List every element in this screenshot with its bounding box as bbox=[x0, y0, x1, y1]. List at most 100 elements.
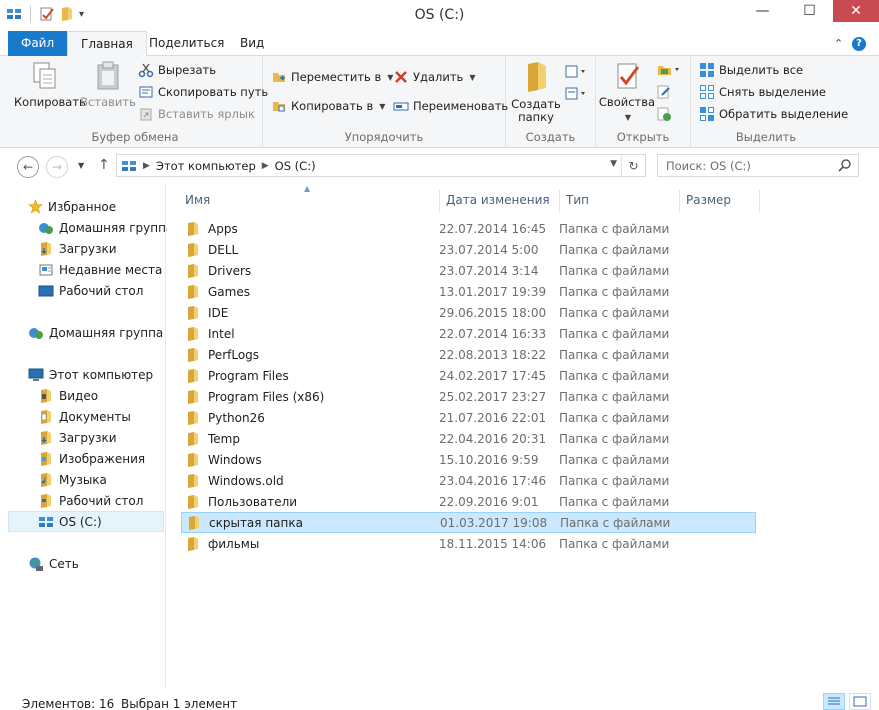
column-header-date[interactable]: Дата изменения bbox=[440, 190, 560, 212]
crumb-separator-icon[interactable]: ▶ bbox=[143, 161, 150, 171]
new-folder-button[interactable]: Создать папку bbox=[508, 60, 564, 124]
file-row[interactable]: Пользователи 22.09.2016 9:01 Папка с файла… bbox=[181, 491, 756, 512]
file-row[interactable]: Intel 22.07.2014 16:33 Папка с файлами bbox=[181, 323, 756, 344]
maximize-button[interactable]: ☐ bbox=[786, 0, 833, 22]
sidebar-item-downloads[interactable]: Загрузки bbox=[38, 427, 117, 448]
rename-icon bbox=[393, 102, 409, 111]
folder-icon bbox=[188, 368, 198, 383]
clipboard-group-label: Буфер обмена bbox=[91, 130, 179, 144]
file-date: 22.07.2014 16:33 bbox=[439, 326, 547, 341]
rename-button[interactable]: Переименовать bbox=[393, 96, 508, 116]
properties-qat-icon[interactable] bbox=[39, 6, 55, 22]
copy-path-button[interactable]: Скопировать путь bbox=[138, 82, 268, 102]
paste-button[interactable]: Вставить bbox=[80, 60, 136, 109]
sidebar-item-homegroup-fav[interactable]: Домашняя группа bbox=[38, 217, 173, 238]
select-all-button[interactable]: Выделить все bbox=[699, 60, 803, 80]
properties-button[interactable]: Свойства ▼ bbox=[598, 60, 656, 124]
column-header-type[interactable]: Тип bbox=[560, 190, 680, 212]
address-dropdown-icon[interactable]: ▼ bbox=[610, 159, 617, 169]
sidebar-item-documents[interactable]: Документы bbox=[38, 406, 131, 427]
open-icon[interactable] bbox=[656, 62, 682, 78]
open-group-label: Открыть bbox=[616, 130, 670, 144]
large-icons-view-button[interactable] bbox=[849, 693, 871, 710]
large-icons-view-icon bbox=[853, 696, 867, 707]
search-input[interactable]: Поиск: OS (C:) bbox=[657, 154, 859, 177]
breadcrumb-computer[interactable]: Этот компьютер bbox=[156, 159, 256, 173]
file-row[interactable]: Program Files 24.02.2017 17:45 Папка с фай… bbox=[181, 365, 756, 386]
file-row[interactable]: Python26 21.07.2016 22:01 Папка с файлами bbox=[181, 407, 756, 428]
file-name: Apps bbox=[208, 221, 238, 236]
sidebar-item-recent[interactable]: Недавние места bbox=[38, 259, 162, 280]
app-icon[interactable] bbox=[6, 6, 22, 22]
sidebar-item-desktop-fav[interactable]: Рабочий стол bbox=[38, 280, 143, 301]
sidebar-label: Недавние места bbox=[59, 262, 163, 277]
sidebar-label: Музыка bbox=[59, 472, 107, 487]
file-row[interactable]: Windows.old 23.04.2016 17:46 Папка с файла… bbox=[181, 470, 756, 491]
sidebar-item-pictures[interactable]: Изображения bbox=[38, 448, 145, 469]
sidebar-item-this-pc[interactable]: Этот компьютер bbox=[28, 364, 153, 385]
file-row[interactable]: скрытая папка 01.03.2017 19:08 Папка с фай… bbox=[181, 512, 756, 533]
file-row[interactable]: Drivers 23.07.2014 3:14 Папка с файлами bbox=[181, 260, 756, 281]
file-row[interactable]: IDE 29.06.2015 18:00 Папка с файлами bbox=[181, 302, 756, 323]
file-name-cell: Drivers bbox=[181, 263, 439, 279]
file-row[interactable]: Apps 22.07.2014 16:45 Папка с файлами bbox=[181, 218, 756, 239]
address-bar[interactable]: ▶ Этот компьютер ▶ OS (C:) ▼ ↻ bbox=[116, 154, 646, 177]
file-row[interactable]: Windows 15.10.2016 9:59 Папка с файлами bbox=[181, 449, 756, 470]
folder-icon bbox=[188, 473, 198, 488]
homegroup-icon bbox=[29, 327, 43, 339]
new-folder-qat-icon[interactable] bbox=[59, 6, 75, 22]
copy-button[interactable]: Копировать bbox=[14, 60, 86, 109]
cut-button[interactable]: Вырезать bbox=[138, 60, 216, 80]
invert-selection-label: Обратить выделение bbox=[719, 107, 849, 121]
file-row[interactable]: PerfLogs 22.08.2013 18:22 Папка с файлами bbox=[181, 344, 756, 365]
tab-share[interactable]: Поделиться bbox=[136, 31, 237, 56]
sidebar-item-favorites[interactable]: Избранное bbox=[28, 196, 116, 217]
sidebar-item-music[interactable]: Музыка bbox=[38, 469, 107, 490]
column-header-size[interactable]: Размер bbox=[680, 190, 760, 212]
delete-button[interactable]: Удалить ▼ bbox=[393, 67, 475, 87]
sidebar-item-videos[interactable]: Видео bbox=[38, 385, 98, 406]
recent-locations-icon[interactable]: ▼ bbox=[78, 161, 84, 170]
crumb-separator-icon[interactable]: ▶ bbox=[262, 161, 269, 171]
select-none-button[interactable]: Снять выделение bbox=[699, 82, 826, 102]
back-button[interactable]: ← bbox=[17, 156, 39, 178]
breadcrumb-drive[interactable]: OS (C:) bbox=[275, 159, 316, 173]
tab-view[interactable]: Вид bbox=[227, 31, 277, 56]
tab-home[interactable]: Главная bbox=[67, 31, 147, 57]
file-row[interactable]: Temp 22.04.2016 20:31 Папка с файлами bbox=[181, 428, 756, 449]
qat-dropdown-icon[interactable]: ▾ bbox=[79, 9, 84, 20]
select-all-label: Выделить все bbox=[719, 63, 804, 77]
file-row[interactable]: Games 13.01.2017 19:39 Папка с файлами bbox=[181, 281, 756, 302]
sidebar-item-os-c[interactable]: OS (C:) bbox=[8, 511, 164, 532]
collapse-ribbon-icon[interactable]: ⌃ bbox=[834, 37, 843, 50]
column-header-name[interactable]: Имя bbox=[179, 190, 440, 212]
copy-to-button[interactable]: Копировать в ▼ bbox=[271, 96, 385, 116]
folder-icon bbox=[188, 263, 198, 278]
paste-shortcut-button[interactable]: Вставить ярлык bbox=[138, 104, 255, 124]
file-name-cell: Пользователи bbox=[181, 494, 439, 510]
tab-file[interactable]: Файл bbox=[8, 31, 68, 56]
sidebar-item-downloads-fav[interactable]: Загрузки bbox=[38, 238, 117, 259]
refresh-button[interactable]: ↻ bbox=[621, 155, 645, 176]
invert-selection-button[interactable]: Обратить выделение bbox=[699, 104, 848, 124]
search-icon[interactable] bbox=[838, 158, 852, 172]
edit-icon[interactable] bbox=[656, 84, 672, 100]
file-row[interactable]: Program Files (x86) 25.02.2017 23:27 Папка… bbox=[181, 386, 756, 407]
details-view-button[interactable] bbox=[823, 693, 845, 710]
forward-button[interactable]: → bbox=[46, 156, 68, 178]
close-button[interactable]: ✕ bbox=[833, 0, 879, 22]
easy-access-icon[interactable] bbox=[564, 86, 588, 102]
file-type: Папка с файлами bbox=[559, 452, 670, 467]
sidebar-item-desktop[interactable]: Рабочий стол bbox=[38, 490, 143, 511]
history-icon[interactable] bbox=[656, 106, 672, 122]
new-item-icon[interactable] bbox=[564, 64, 588, 80]
file-row[interactable]: фильмы 18.11.2015 14:06 Папка с файлами bbox=[181, 533, 756, 554]
file-row[interactable]: DELL 23.07.2014 5:00 Папка с файлами bbox=[181, 239, 756, 260]
file-name: Windows.old bbox=[208, 473, 284, 488]
sidebar-item-network[interactable]: Сеть bbox=[28, 553, 79, 574]
help-icon[interactable]: ? bbox=[852, 37, 866, 51]
minimize-button[interactable]: — bbox=[739, 0, 786, 22]
up-button[interactable]: ↑ bbox=[98, 157, 110, 173]
move-to-button[interactable]: Переместить в ▼ bbox=[271, 67, 393, 87]
sidebar-item-homegroup[interactable]: Домашняя группа bbox=[28, 322, 163, 343]
